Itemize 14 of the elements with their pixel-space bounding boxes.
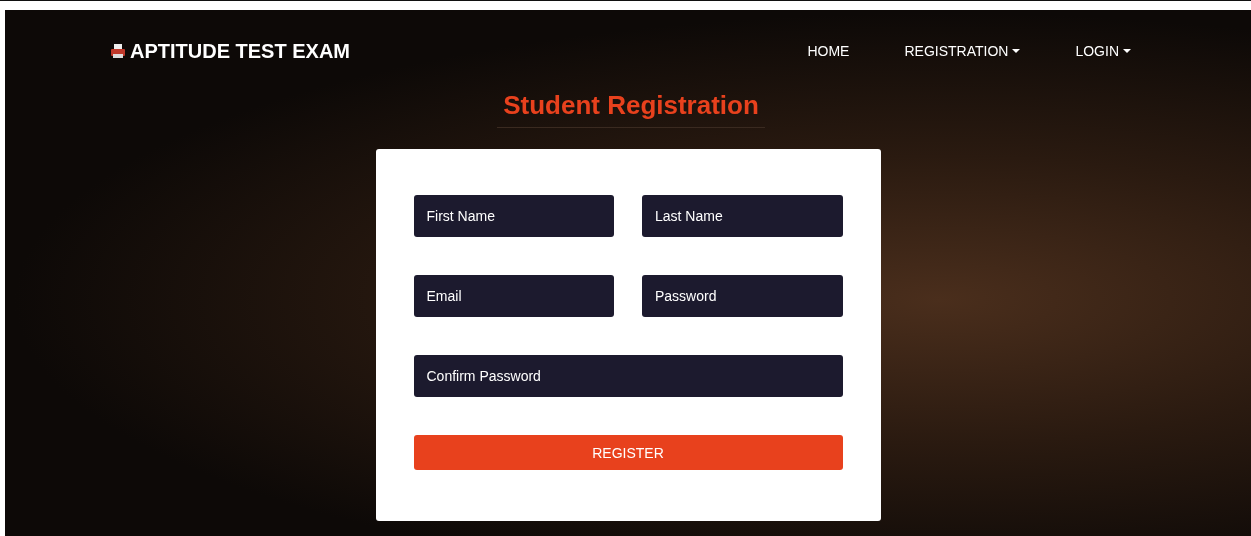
input-field[interactable]: Password bbox=[642, 275, 843, 317]
nav-link[interactable]: HOME bbox=[807, 43, 850, 59]
input-field[interactable]: First Name bbox=[413, 195, 614, 237]
input-field[interactable]: Last Name bbox=[642, 195, 843, 237]
input-field[interactable]: Confirm Password bbox=[413, 355, 843, 397]
caret-icon bbox=[1012, 49, 1021, 53]
page-heading: Student Registration bbox=[497, 90, 765, 128]
input-field[interactable]: Email bbox=[413, 275, 614, 317]
nav-link[interactable]: REGISTRATION bbox=[904, 43, 1021, 59]
caret-icon bbox=[1123, 49, 1131, 53]
nav-link[interactable]: LOGIN bbox=[1075, 43, 1131, 59]
register-button[interactable]: REGISTER bbox=[413, 435, 843, 470]
printer-icon bbox=[110, 43, 126, 59]
brand-title: APTITUDE TEST EXAM bbox=[130, 39, 350, 63]
